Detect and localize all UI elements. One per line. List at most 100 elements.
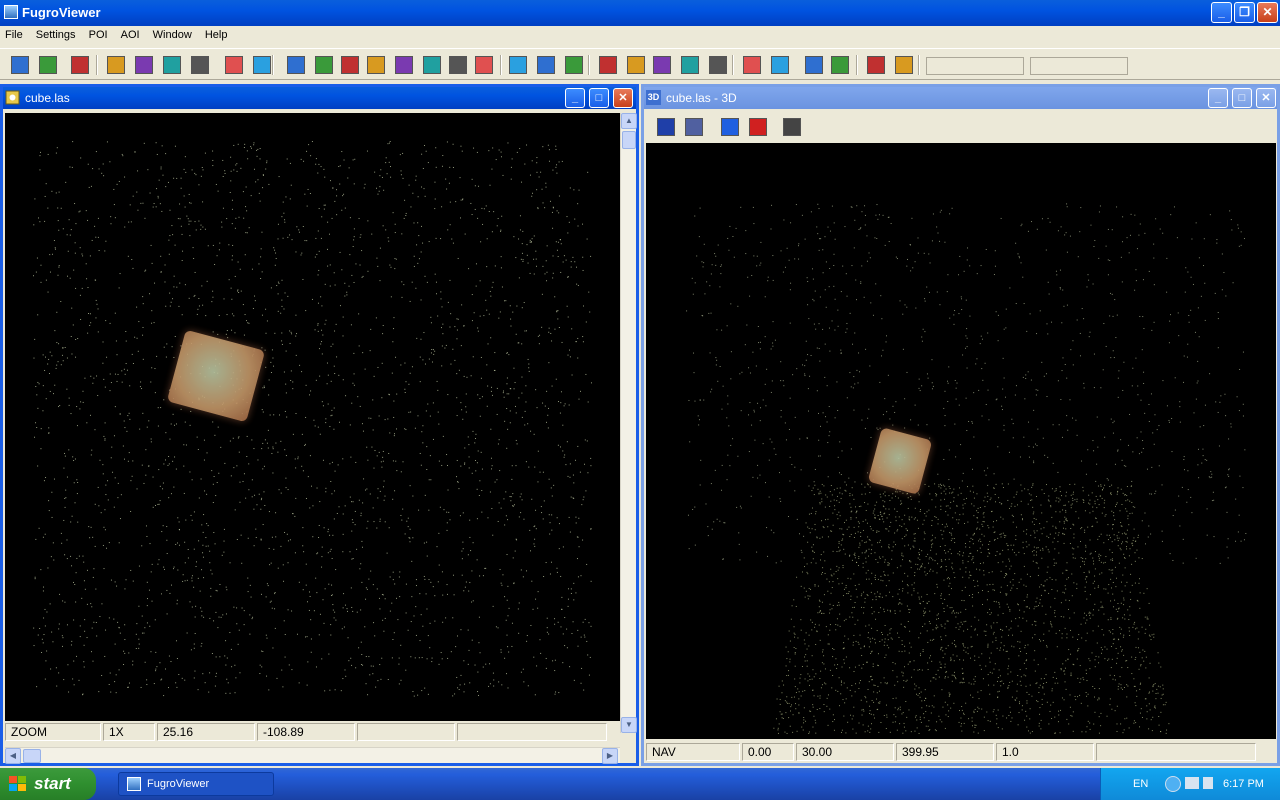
menu-file[interactable]: File (0, 26, 28, 44)
point (861, 655, 863, 657)
poi-pin-icon[interactable] (678, 53, 702, 77)
draw-line-icon[interactable] (802, 53, 826, 77)
point (464, 683, 466, 685)
layer-edit-icon[interactable] (650, 53, 674, 77)
3d-minimize-button[interactable]: _ (1208, 88, 1228, 108)
point (1097, 446, 1099, 448)
help-icon[interactable] (740, 53, 764, 77)
point (1107, 619, 1109, 621)
fit-extent-icon[interactable] (562, 53, 586, 77)
zoom-icon[interactable] (624, 53, 648, 77)
point (221, 221, 223, 223)
stop-icon[interactable] (864, 53, 888, 77)
scroll-right-arrow-icon[interactable]: ▶ (602, 748, 618, 764)
3d-viewport[interactable] (646, 143, 1276, 739)
pan-hand-icon[interactable] (596, 53, 620, 77)
split-view-icon[interactable] (780, 115, 804, 139)
point (1105, 588, 1107, 590)
menu-poi[interactable]: POI (84, 26, 113, 44)
point (918, 596, 920, 598)
point (383, 189, 385, 191)
contour-icon[interactable] (222, 53, 246, 77)
classification-icon[interactable] (338, 53, 362, 77)
refresh-icon[interactable] (892, 53, 916, 77)
vertical-scroll-thumb[interactable] (622, 131, 636, 149)
grid-points-icon[interactable] (188, 53, 212, 77)
point (815, 562, 817, 564)
point (962, 560, 964, 562)
map-2d-viewport[interactable] (5, 113, 620, 721)
add-layer-icon[interactable] (104, 53, 128, 77)
point (924, 700, 926, 702)
map-close-button[interactable]: ✕ (613, 88, 633, 108)
hillshade-icon[interactable] (446, 53, 470, 77)
point (981, 590, 983, 592)
menu-aoi[interactable]: AOI (116, 26, 145, 44)
scroll-up-arrow-icon[interactable]: ▲ (621, 113, 637, 129)
open-folder-icon[interactable] (36, 53, 60, 77)
point (184, 541, 186, 543)
points-icon[interactable] (506, 53, 530, 77)
map-maximize-button[interactable]: □ (589, 88, 609, 108)
point (834, 664, 836, 666)
3d-window-title-bar[interactable]: 3D cube.las - 3D _ □ ✕ (644, 87, 1277, 109)
point (556, 571, 558, 573)
point (318, 269, 320, 271)
point (334, 200, 336, 202)
profile-line-icon[interactable] (364, 53, 388, 77)
point (147, 598, 149, 600)
point (1065, 569, 1067, 571)
point (1028, 421, 1030, 423)
layers-icon[interactable] (132, 53, 156, 77)
scroll-left-arrow-icon[interactable]: ◀ (5, 748, 21, 764)
point (1059, 732, 1061, 734)
layers-stack-icon[interactable] (160, 53, 184, 77)
point (1129, 513, 1131, 515)
slope-icon[interactable] (392, 53, 416, 77)
aspect-icon[interactable] (420, 53, 444, 77)
minimize-button[interactable]: _ (1211, 2, 1232, 23)
dense-points-icon[interactable] (534, 53, 558, 77)
layer-view-icon[interactable] (682, 115, 706, 139)
point (1072, 557, 1074, 559)
horizontal-scroll-thumb[interactable] (23, 749, 41, 763)
z-down-icon[interactable] (718, 115, 742, 139)
map-vertical-scrollbar[interactable]: ▲ ▼ (620, 113, 637, 733)
open-file-icon[interactable] (8, 53, 32, 77)
elevation-color-icon[interactable] (284, 53, 308, 77)
point (110, 382, 112, 384)
intensity-icon[interactable] (312, 53, 336, 77)
color-bars-icon[interactable] (472, 53, 496, 77)
menu-settings[interactable]: Settings (31, 26, 81, 44)
point (251, 268, 253, 270)
restore-button[interactable]: ❐ (1234, 2, 1255, 23)
app-title-bar[interactable]: FugroViewer _ ❐ ✕ (0, 0, 1280, 26)
map-minimize-button[interactable]: _ (565, 88, 585, 108)
3d-maximize-button[interactable]: □ (1232, 88, 1252, 108)
menu-help[interactable]: Help (200, 26, 233, 44)
redo-arrow-icon[interactable] (68, 53, 92, 77)
point (902, 559, 904, 561)
point (1081, 637, 1083, 639)
point (976, 273, 978, 275)
map-horizontal-scrollbar[interactable]: ◀ ▶ (5, 747, 620, 764)
point (172, 234, 174, 236)
point (931, 240, 933, 242)
point (982, 513, 984, 515)
point (864, 214, 866, 216)
z-up-icon[interactable] (746, 115, 770, 139)
scroll-down-arrow-icon[interactable]: ▼ (621, 717, 637, 733)
tin-surface-icon[interactable] (250, 53, 274, 77)
point (281, 216, 283, 218)
close-button[interactable]: ✕ (1257, 2, 1278, 23)
3d-close-button[interactable]: ✕ (1256, 88, 1276, 108)
point (1186, 356, 1188, 358)
menu-window[interactable]: Window (148, 26, 197, 44)
map-window-title-bar[interactable]: cube.las _ □ ✕ (3, 87, 636, 109)
crosshair-icon[interactable] (706, 53, 730, 77)
measure-ruler-icon[interactable] (768, 53, 792, 77)
point (1220, 395, 1222, 397)
north-up-icon[interactable] (654, 115, 678, 139)
point (865, 697, 867, 699)
3d-view-icon[interactable] (828, 53, 852, 77)
